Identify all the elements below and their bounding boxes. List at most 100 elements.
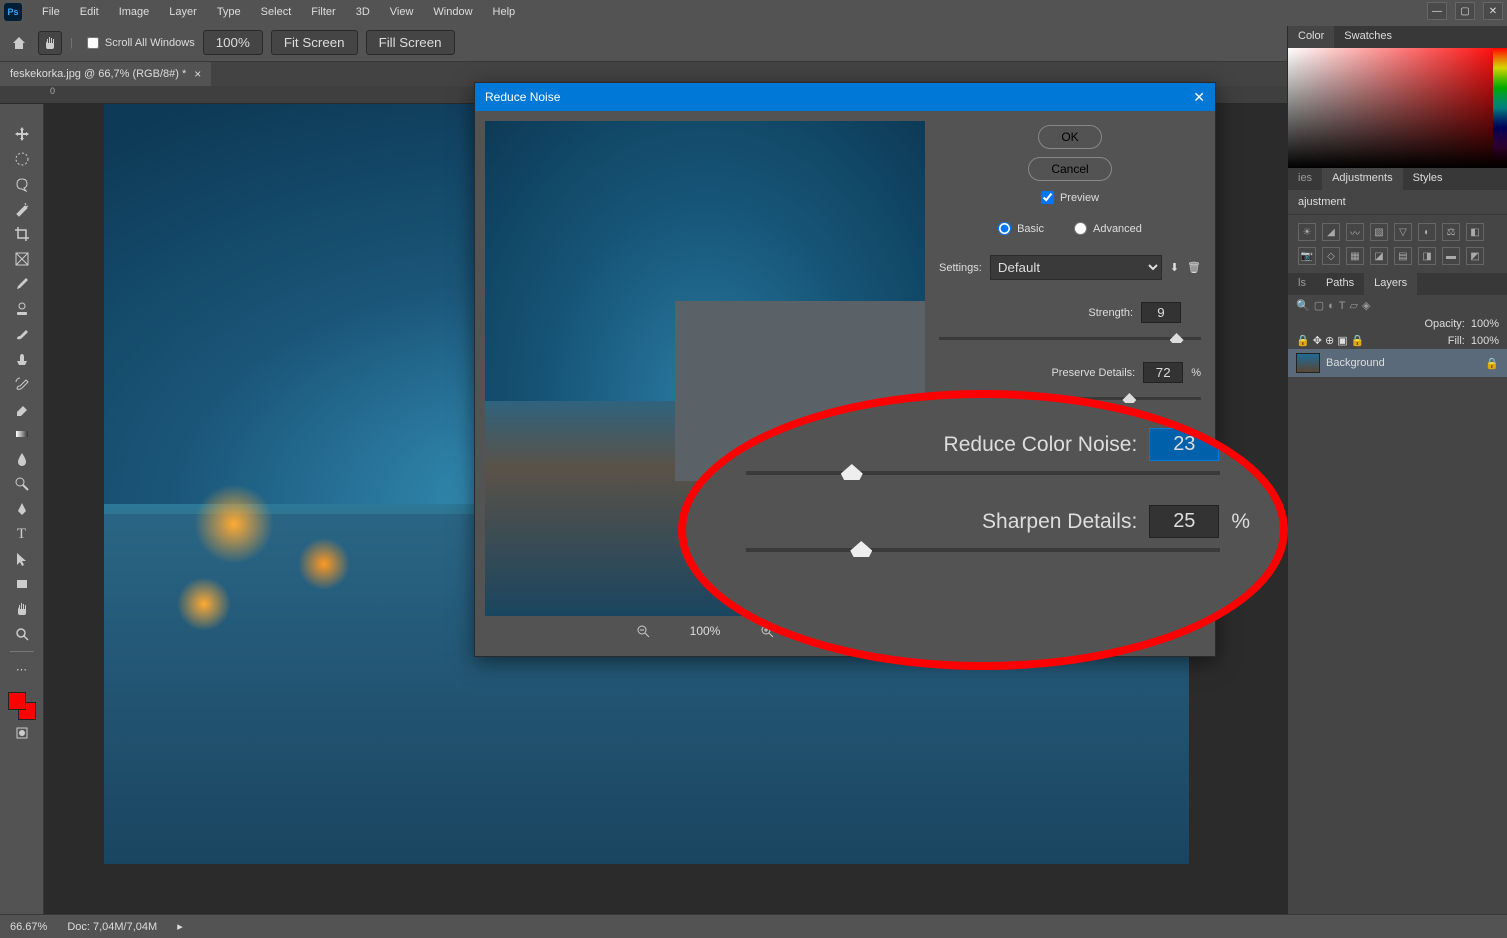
menu-edit[interactable]: Edit xyxy=(70,0,109,24)
curves-icon[interactable]: 〰 xyxy=(1346,223,1364,241)
sharpen-details-input[interactable] xyxy=(1149,505,1219,538)
settings-select[interactable]: Default xyxy=(990,255,1162,280)
hand-tool-icon[interactable] xyxy=(38,31,62,55)
filter-shape-icon[interactable]: ▱ xyxy=(1350,299,1358,312)
quick-mask-icon[interactable] xyxy=(8,721,36,745)
basic-radio[interactable] xyxy=(998,222,1011,235)
channel-mixer-icon[interactable]: ◇ xyxy=(1322,247,1340,265)
threshold-icon[interactable]: ◨ xyxy=(1418,247,1436,265)
advanced-radio-wrap[interactable]: Advanced xyxy=(1074,222,1142,235)
fit-screen-button[interactable]: Fit Screen xyxy=(271,30,358,55)
sharpen-details-slider[interactable] xyxy=(746,548,1220,552)
paths-tab[interactable]: Paths xyxy=(1316,273,1364,295)
save-preset-icon[interactable]: ⬇ xyxy=(1170,261,1179,274)
color-lookup-icon[interactable]: ▦ xyxy=(1346,247,1364,265)
menu-help[interactable]: Help xyxy=(483,0,526,24)
opacity-value[interactable]: 100% xyxy=(1471,318,1499,330)
healing-brush-tool-icon[interactable] xyxy=(8,297,36,321)
menu-window[interactable]: Window xyxy=(423,0,482,24)
document-tab[interactable]: feskekorka.jpg @ 66,7% (RGB/8#) * × xyxy=(0,62,211,86)
gradient-map-icon[interactable]: ▬ xyxy=(1442,247,1460,265)
preview-checkbox[interactable] xyxy=(1041,191,1054,204)
blur-tool-icon[interactable] xyxy=(8,447,36,471)
eyedropper-tool-icon[interactable] xyxy=(8,272,36,296)
layer-row-background[interactable]: Background 🔒 xyxy=(1288,349,1507,377)
menu-layer[interactable]: Layer xyxy=(159,0,207,24)
delete-preset-icon[interactable]: 🗑 xyxy=(1187,261,1201,274)
zoom-tool-icon[interactable] xyxy=(8,622,36,646)
menu-filter[interactable]: Filter xyxy=(301,0,345,24)
color-tab[interactable]: Color xyxy=(1288,26,1334,48)
menu-view[interactable]: View xyxy=(380,0,424,24)
layer-lock-icon[interactable]: 🔒 xyxy=(1485,357,1499,370)
close-button[interactable]: ✕ xyxy=(1483,2,1503,20)
channels-tab-clipped[interactable]: ls xyxy=(1288,273,1316,295)
color-swatches[interactable] xyxy=(8,692,36,720)
gradient-tool-icon[interactable] xyxy=(8,422,36,446)
frame-tool-icon[interactable] xyxy=(8,247,36,271)
history-brush-tool-icon[interactable] xyxy=(8,372,36,396)
levels-icon[interactable]: ◢ xyxy=(1322,223,1340,241)
advanced-radio[interactable] xyxy=(1074,222,1087,235)
styles-tab[interactable]: Styles xyxy=(1403,168,1453,190)
status-expand-icon[interactable]: ▸ xyxy=(177,920,183,933)
menu-3d[interactable]: 3D xyxy=(346,0,380,24)
status-doc-size[interactable]: Doc: 7,04M/7,04M xyxy=(67,921,157,933)
vibrance-icon[interactable]: ▽ xyxy=(1394,223,1412,241)
properties-tab-clipped[interactable]: ies xyxy=(1288,168,1322,190)
status-zoom[interactable]: 66.67% xyxy=(10,921,47,933)
hue-slider[interactable] xyxy=(1493,48,1507,168)
edit-toolbar-icon[interactable]: ⋯ xyxy=(8,657,36,681)
color-picker[interactable] xyxy=(1288,48,1507,168)
exposure-icon[interactable]: ▧ xyxy=(1370,223,1388,241)
swatches-tab[interactable]: Swatches xyxy=(1334,26,1402,48)
filter-adjust-icon[interactable]: ◐ xyxy=(1328,300,1335,312)
filter-type-icon[interactable]: T xyxy=(1339,300,1346,312)
menu-image[interactable]: Image xyxy=(109,0,160,24)
photo-filter-icon[interactable]: 📷 xyxy=(1298,247,1316,265)
strength-input[interactable] xyxy=(1141,302,1181,323)
reduce-color-noise-input[interactable] xyxy=(1149,428,1219,461)
bw-icon[interactable]: ◧ xyxy=(1466,223,1484,241)
ok-button[interactable]: OK xyxy=(1038,125,1101,149)
fill-value[interactable]: 100% xyxy=(1471,335,1499,347)
selective-color-icon[interactable]: ◩ xyxy=(1466,247,1484,265)
invert-icon[interactable]: ◪ xyxy=(1370,247,1388,265)
move-tool-icon[interactable] xyxy=(8,122,36,146)
reduce-color-noise-slider[interactable] xyxy=(746,471,1220,475)
filter-smart-icon[interactable]: ◈ xyxy=(1362,299,1370,312)
filter-image-icon[interactable]: ▢ xyxy=(1314,299,1324,312)
cancel-button[interactable]: Cancel xyxy=(1028,157,1111,181)
hand-tool-icon[interactable] xyxy=(8,597,36,621)
strength-slider[interactable] xyxy=(939,337,1201,340)
color-balance-icon[interactable]: ⚖ xyxy=(1442,223,1460,241)
eraser-tool-icon[interactable] xyxy=(8,397,36,421)
dodge-tool-icon[interactable] xyxy=(8,472,36,496)
adjustments-tab[interactable]: Adjustments xyxy=(1322,168,1403,190)
type-tool-icon[interactable]: T xyxy=(8,522,36,546)
foreground-color-swatch[interactable] xyxy=(8,692,26,710)
rectangle-tool-icon[interactable] xyxy=(8,572,36,596)
menu-type[interactable]: Type xyxy=(207,0,251,24)
fill-screen-button[interactable]: Fill Screen xyxy=(366,30,455,55)
clone-stamp-tool-icon[interactable] xyxy=(8,347,36,371)
crop-tool-icon[interactable] xyxy=(8,222,36,246)
home-icon[interactable] xyxy=(8,32,30,54)
maximize-button[interactable]: ▢ xyxy=(1455,2,1475,20)
dialog-close-icon[interactable]: ✕ xyxy=(1193,89,1205,106)
layer-filter-icon[interactable]: 🔍 xyxy=(1296,299,1310,312)
basic-radio-wrap[interactable]: Basic xyxy=(998,222,1044,235)
zoom-out-icon[interactable] xyxy=(636,624,650,638)
hue-sat-icon[interactable]: ◐ xyxy=(1418,223,1436,241)
magic-wand-tool-icon[interactable] xyxy=(8,197,36,221)
scroll-all-checkbox[interactable] xyxy=(87,37,99,49)
document-tab-close-icon[interactable]: × xyxy=(194,67,201,81)
menu-select[interactable]: Select xyxy=(251,0,302,24)
dialog-titlebar[interactable]: Reduce Noise ✕ xyxy=(475,83,1215,111)
layers-tab[interactable]: Layers xyxy=(1364,273,1417,295)
preserve-details-input[interactable] xyxy=(1143,362,1183,383)
brightness-contrast-icon[interactable]: ☀ xyxy=(1298,223,1316,241)
brush-tool-icon[interactable] xyxy=(8,322,36,346)
minimize-button[interactable]: — xyxy=(1427,2,1447,20)
path-selection-tool-icon[interactable] xyxy=(8,547,36,571)
